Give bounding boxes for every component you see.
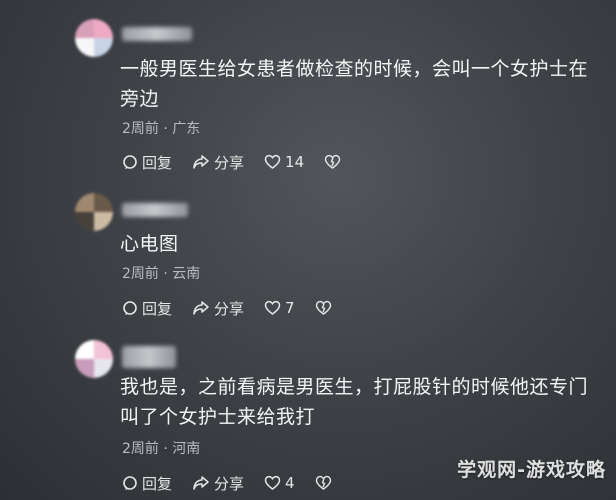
- share-icon: [193, 301, 209, 315]
- comment-time: 2周前: [122, 121, 159, 137]
- comment-meta: 2周前 · 云南: [122, 263, 200, 283]
- share-button[interactable]: 分享: [192, 298, 244, 319]
- meta-separator: ·: [163, 121, 168, 137]
- share-icon: [193, 476, 209, 490]
- like-button[interactable]: 4: [264, 474, 295, 492]
- dislike-icon: [324, 154, 341, 169]
- share-label: 分享: [214, 474, 245, 493]
- share-label: 分享: [214, 153, 245, 172]
- comment-time: 2周前: [122, 441, 159, 457]
- watermark-text: 学观网-游戏攻略: [457, 459, 606, 481]
- reply-button[interactable]: 回复: [122, 298, 172, 319]
- reply-button[interactable]: 回复: [122, 473, 172, 494]
- dislike-icon: [315, 300, 331, 315]
- share-label: 分享: [214, 299, 245, 318]
- comment-text: 一般男医生给女患者做检查的时候，会叫一个女护士在旁边: [120, 58, 589, 110]
- comment-actions: 回复 分享 14: [122, 152, 365, 172]
- avatar[interactable]: [75, 19, 113, 57]
- like-button[interactable]: 14: [264, 153, 304, 171]
- reply-label: 回复: [142, 474, 173, 493]
- meta-separator: ·: [163, 441, 168, 457]
- comment-meta: 2周前 · 河南: [122, 438, 200, 458]
- share-button[interactable]: 分享: [192, 473, 244, 494]
- reply-icon: [123, 301, 137, 315]
- comment-actions: 回复 分享 7: [122, 298, 356, 318]
- username-blurred[interactable]: [122, 27, 192, 41]
- username-blurred[interactable]: [122, 203, 188, 217]
- avatar[interactable]: [75, 340, 113, 378]
- reply-button[interactable]: 回复: [122, 152, 172, 173]
- dislike-button[interactable]: [315, 475, 336, 491]
- like-count: 14: [285, 153, 305, 171]
- reply-label: 回复: [142, 153, 173, 172]
- dislike-icon: [315, 475, 331, 490]
- username-blurred[interactable]: [122, 346, 176, 368]
- comment-location: 云南: [172, 266, 201, 282]
- comment-meta: 2周前 · 广东: [122, 118, 200, 138]
- reply-icon: [123, 476, 137, 490]
- comment-location: 河南: [172, 441, 201, 457]
- avatar[interactable]: [75, 193, 113, 231]
- like-button[interactable]: 7: [264, 299, 295, 317]
- share-button[interactable]: 分享: [192, 152, 244, 173]
- dislike-button[interactable]: [315, 300, 336, 316]
- comment-location: 广东: [172, 121, 201, 137]
- comment-time: 2周前: [122, 266, 159, 282]
- share-icon: [193, 155, 209, 169]
- comment-actions: 回复 分享 4: [122, 473, 356, 493]
- like-icon: [264, 475, 281, 490]
- like-icon: [264, 300, 281, 315]
- like-count: 7: [285, 299, 295, 317]
- comment-text: 心电图: [120, 233, 179, 255]
- like-icon: [264, 154, 281, 169]
- dislike-button[interactable]: [324, 154, 345, 170]
- comment-text: 我也是，之前看病是男医生，打屁股针的时候他还专门叫了个女护士来给我打: [120, 376, 589, 428]
- reply-icon: [123, 155, 137, 169]
- meta-separator: ·: [163, 266, 168, 282]
- reply-label: 回复: [142, 299, 173, 318]
- like-count: 4: [285, 474, 295, 492]
